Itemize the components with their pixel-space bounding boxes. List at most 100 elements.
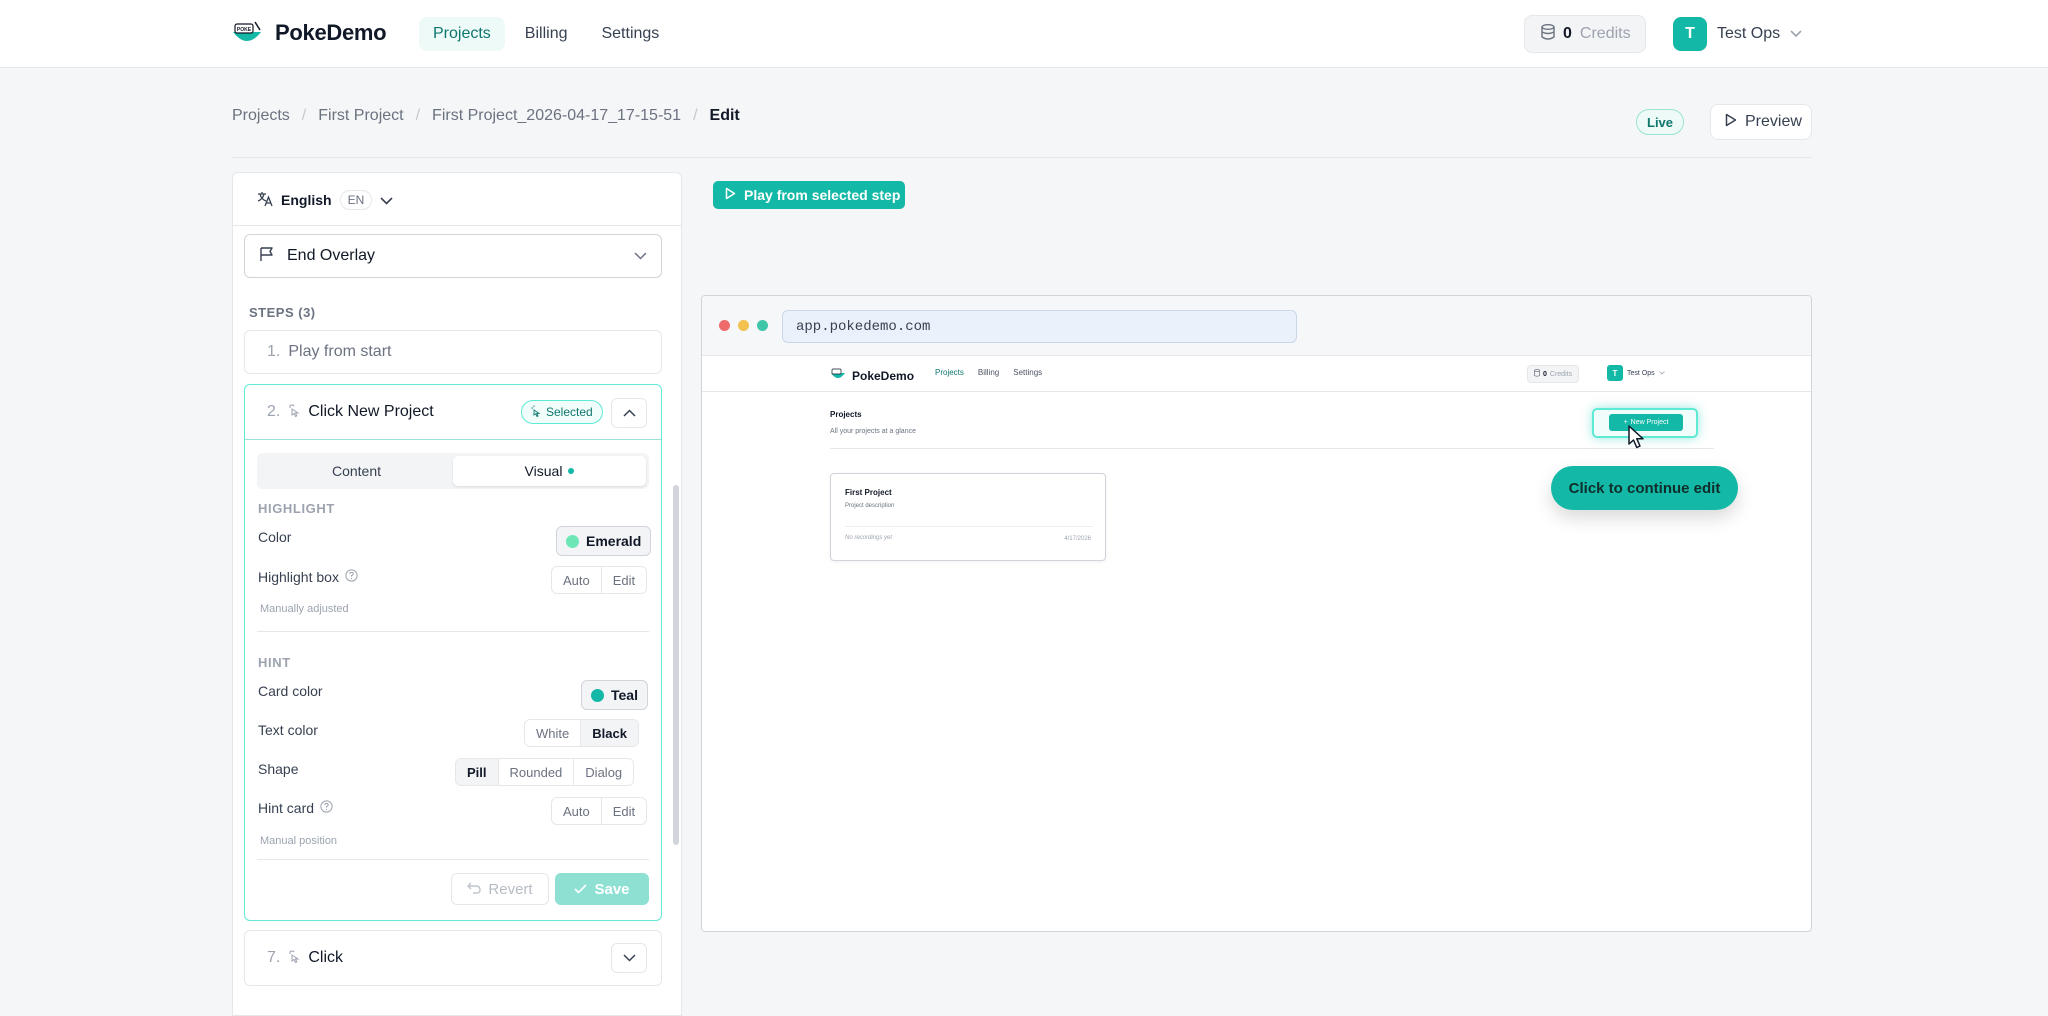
browser-toolbar: app.pokedemo.com (702, 296, 1811, 356)
collapse-button[interactable] (611, 398, 647, 428)
label-text: Hint card (258, 800, 315, 816)
text-color-white[interactable]: White (525, 720, 580, 746)
scrollbar[interactable] (673, 485, 679, 845)
database-icon (1541, 23, 1555, 45)
label-text: Highlight box (258, 569, 339, 585)
chevron-up-icon (622, 404, 636, 422)
help-icon[interactable] (345, 569, 358, 585)
highlight-box-edit[interactable]: Edit (600, 567, 646, 593)
save-label: Save (594, 880, 630, 898)
play-from-selected-button[interactable]: Play from selected step (713, 181, 905, 209)
shape-dialog[interactable]: Dialog (573, 759, 633, 785)
preview-button[interactable]: Preview (1710, 104, 1812, 140)
hint-card-note: Manual position (260, 835, 338, 847)
highlight-color-value: Emerald (586, 533, 642, 549)
breadcrumb-first-project[interactable]: First Project (318, 107, 403, 125)
label-text: Text color (258, 722, 318, 738)
card-color-label: Card color (258, 683, 323, 699)
hint-card-label: Hint card (258, 800, 333, 816)
brand-name: PokeDemo (275, 20, 387, 45)
hint-card-edit[interactable]: Edit (600, 798, 646, 824)
highlight-box-auto[interactable]: Auto (552, 567, 601, 593)
preview-page-title: Projects (830, 410, 862, 419)
hint-card-auto[interactable]: Auto (552, 798, 601, 824)
chevron-down-icon (1790, 25, 1802, 43)
user-name: Test Ops (1717, 25, 1781, 42)
divider (233, 225, 681, 226)
revert-label: Revert (488, 880, 533, 898)
step-item[interactable]: 1. Play from start (244, 330, 662, 374)
preview-brand-name: PokeDemo (852, 368, 915, 383)
preview-nav-settings: Settings (1013, 368, 1043, 377)
preview-card-description: Project description (845, 503, 895, 509)
click-icon (288, 949, 300, 968)
credits-badge[interactable]: 0 Credits (1524, 15, 1646, 53)
play-from-selected-label: Play from selected step (744, 187, 901, 203)
shape-toggle: Pill Rounded Dialog (455, 758, 635, 786)
preview-credits-label: Credits (1549, 370, 1573, 378)
overlay-select[interactable]: End Overlay (244, 234, 662, 278)
user-menu[interactable]: T Test Ops (1673, 17, 1802, 51)
tab-content[interactable]: Content (260, 456, 453, 486)
step-label: Play from start (288, 343, 392, 360)
shape-rounded[interactable]: Rounded (497, 759, 574, 785)
check-icon (574, 881, 588, 898)
preview-avatar: T (1607, 365, 1623, 381)
flag-icon (259, 246, 275, 267)
highlight-section-title: HIGHLIGHT (258, 501, 335, 516)
card-color-picker[interactable]: Teal (581, 680, 648, 710)
language-selector[interactable]: English EN (257, 190, 393, 210)
shape-label: Shape (258, 761, 298, 777)
help-icon[interactable] (320, 800, 333, 816)
divider (830, 448, 1714, 449)
nav-settings[interactable]: Settings (587, 17, 673, 51)
credits-label: Credits (1579, 25, 1631, 42)
preview-page: PokeDemo Projects Billing Settings 0 Cre… (702, 356, 1811, 931)
expand-button[interactable] (611, 943, 647, 973)
preview-card-title: First Project (845, 488, 892, 497)
chevron-down-icon (380, 192, 393, 208)
overlay-select-value: End Overlay (287, 247, 376, 264)
cursor-icon (1627, 424, 1647, 455)
revert-button[interactable]: Revert (451, 873, 549, 905)
language-code: EN (339, 190, 373, 210)
brand[interactable]: POKE PokeDemo (231, 18, 387, 48)
nav-billing[interactable]: Billing (511, 17, 582, 51)
hint-section-title: HINT (258, 655, 291, 670)
svg-text:POKE: POKE (237, 27, 252, 33)
teal-swatch-icon (591, 688, 604, 702)
highlight-color-picker[interactable]: Emerald (556, 526, 652, 556)
breadcrumb-projects[interactable]: Projects (232, 107, 290, 125)
url-bar[interactable]: app.pokedemo.com (782, 310, 1297, 343)
text-color-toggle: White Black (524, 719, 639, 747)
chevron-down-icon (634, 247, 647, 265)
steps-heading: STEPS (3) (249, 305, 316, 320)
nav-projects[interactable]: Projects (419, 17, 505, 51)
tab-visual-label: Visual (524, 463, 563, 479)
highlight-box-toggle: Auto Edit (551, 566, 648, 594)
label-text: Shape (258, 761, 299, 777)
tab-visual[interactable]: Visual (453, 456, 646, 486)
preview-nav-projects: Projects (935, 368, 964, 377)
breadcrumb-recording[interactable]: First Project_2026-04-17_17-15-51 (432, 107, 681, 125)
main-nav: Projects Billing Settings (419, 17, 673, 51)
step-number: 7. (267, 949, 281, 966)
maximize-dot-icon (757, 320, 768, 331)
status-dot (568, 468, 575, 474)
top-navbar: POKE PokeDemo Projects Billing Settings … (0, 0, 2048, 68)
play-icon (725, 187, 736, 203)
preview-nav: Projects Billing Settings (935, 368, 1042, 377)
credits-count: 0 (1563, 25, 1572, 42)
step-item-selected[interactable]: 2. Click New Project Selected Content Vi… (244, 384, 662, 921)
text-color-black[interactable]: Black (580, 720, 638, 746)
label-text: Card color (258, 683, 323, 699)
save-button[interactable]: Save (555, 873, 649, 905)
preview-credits-count: 0 (1543, 370, 1547, 378)
step-item[interactable]: 7. Click (244, 930, 662, 986)
brand-logo-icon: POKE (231, 18, 263, 48)
translate-icon (257, 191, 273, 210)
hint-card[interactable]: Click to continue edit (1551, 466, 1738, 510)
avatar: T (1673, 17, 1707, 51)
breadcrumb-current: Edit (709, 107, 740, 124)
shape-pill[interactable]: Pill (456, 759, 498, 785)
